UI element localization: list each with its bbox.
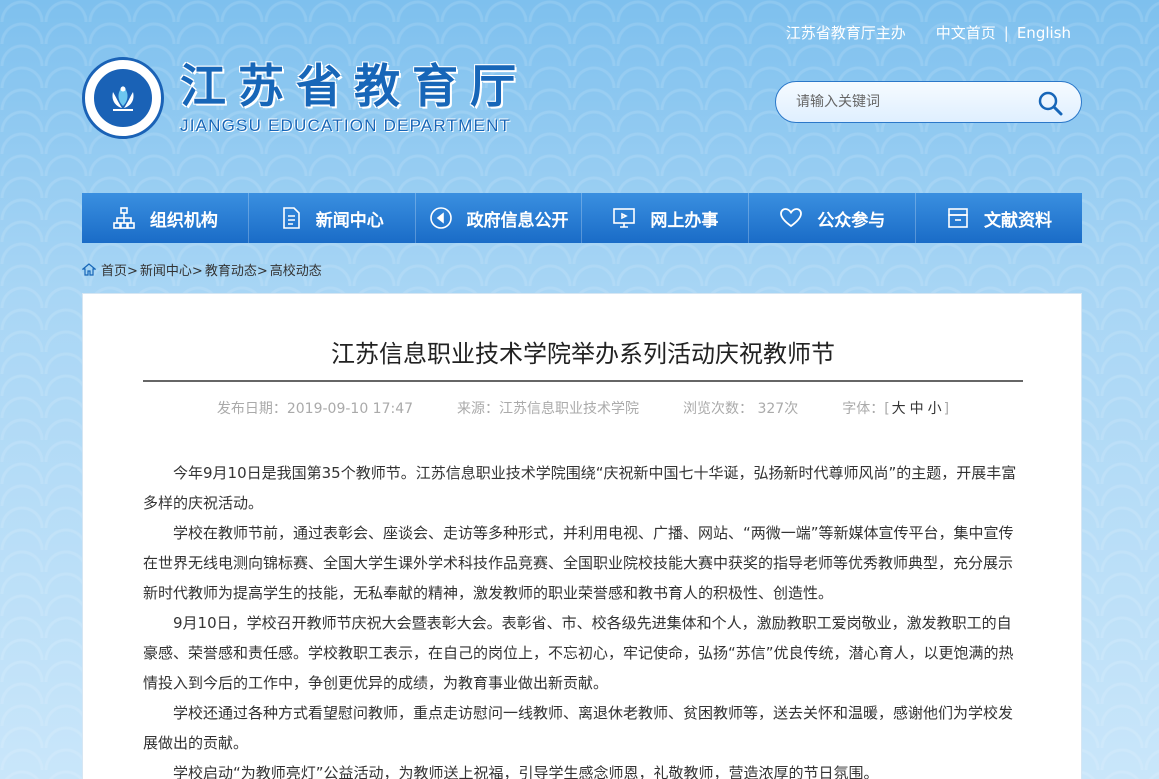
site-logo[interactable]: 江苏省教育厅 JIANGSU EDUCATION DEPARTMENT bbox=[82, 57, 528, 139]
article-meta: 发布日期：2019-09-10 17:47 来源：江苏信息职业技术学院 浏览次数… bbox=[83, 398, 1083, 418]
breadcrumb-news[interactable]: 新闻中心> bbox=[140, 260, 203, 279]
nav-item-online-service[interactable]: 网上办事 bbox=[582, 193, 750, 243]
article-body: 今年9月10日是我国第35个教师节。江苏信息职业技术学院围绕“庆祝新中国七十华诞… bbox=[143, 458, 1023, 779]
emblem-icon bbox=[82, 57, 164, 139]
breadcrumb-college-news[interactable]: 高校动态 bbox=[270, 260, 322, 279]
nav-label: 新闻中心 bbox=[315, 210, 384, 231]
article-paragraph: 学校在教师节前，通过表彰会、座谈会、走访等多种形式，并利用电视、广播、网站、“两… bbox=[143, 524, 1014, 602]
monitor-icon bbox=[613, 208, 636, 228]
publish-date: 发布日期：2019-09-10 17:47 bbox=[216, 401, 414, 417]
breadcrumb: 首页> 新闻中心> 教育动态> 高校动态 bbox=[82, 260, 324, 279]
nav-label: 政府信息公开 bbox=[466, 210, 569, 231]
search-icon[interactable] bbox=[1037, 90, 1063, 116]
font-close: ] bbox=[943, 401, 950, 417]
heart-icon bbox=[780, 208, 803, 228]
sponsor-text: 江苏省教育厅主办 bbox=[785, 24, 906, 42]
breadcrumb-home[interactable]: 首页> bbox=[101, 260, 138, 279]
home-cn-link[interactable]: 中文首页 bbox=[936, 22, 996, 43]
article-paragraph: 今年9月10日是我国第35个教师节。江苏信息职业技术学院围绕“庆祝新中国七十华诞… bbox=[143, 464, 1017, 512]
view-count: 浏览次数： 327次 bbox=[683, 401, 799, 417]
title-divider bbox=[143, 380, 1023, 382]
main-nav: 组织机构 新闻中心 政府信息公开 网上办事 公众参与 文献资料 bbox=[82, 193, 1082, 243]
org-chart-icon bbox=[113, 207, 135, 229]
article-paragraph: 学校启动“为教师亮灯”公益活动，为教师送上祝福，引导学生感念师恩，礼敬教师，营造… bbox=[173, 764, 879, 779]
font-medium-button[interactable]: 中 bbox=[910, 401, 924, 417]
top-links: 江苏省教育厅主办 中文首页 | English bbox=[786, 22, 1071, 43]
play-circle-icon bbox=[429, 207, 452, 229]
nav-item-gov-info[interactable]: 政府信息公开 bbox=[416, 193, 583, 243]
nav-label: 公众参与 bbox=[817, 210, 886, 231]
font-size-control: 字体：[大中小] bbox=[842, 398, 949, 418]
article-panel: 江苏信息职业技术学院举办系列活动庆祝教师节 发布日期：2019-09-10 17… bbox=[82, 293, 1082, 779]
article-title: 江苏信息职业技术学院举办系列活动庆祝教师节 bbox=[331, 340, 835, 368]
search-input[interactable] bbox=[796, 94, 1026, 110]
nav-label: 网上办事 bbox=[650, 210, 719, 231]
article-paragraph: 学校还通过各种方式看望慰问教师，重点走访慰问一线教师、离退休老教师、贫困教师等，… bbox=[143, 704, 1014, 752]
english-link[interactable]: English bbox=[1017, 24, 1071, 42]
nav-item-documents[interactable]: 文献资料 bbox=[916, 193, 1082, 243]
nav-item-org[interactable]: 组织机构 bbox=[82, 193, 249, 243]
nav-label: 文献资料 bbox=[984, 210, 1053, 231]
document-icon bbox=[282, 207, 300, 229]
font-small-button[interactable]: 小 bbox=[928, 401, 942, 417]
article-paragraph: 9月10日，学校召开教师节庆祝大会暨表彰大会。表彰省、市、校各级先进集体和个人，… bbox=[143, 614, 1014, 692]
logo-en-text: JIANGSU EDUCATION DEPARTMENT bbox=[180, 116, 512, 135]
article-source: 来源：江苏信息职业技术学院 bbox=[457, 401, 640, 417]
logo-cn-text: 江苏省教育厅 bbox=[180, 59, 528, 113]
home-icon bbox=[82, 263, 96, 276]
font-label: 字体：[ bbox=[842, 401, 890, 417]
nav-item-news[interactable]: 新闻中心 bbox=[249, 193, 416, 243]
nav-item-public[interactable]: 公众参与 bbox=[749, 193, 917, 243]
search-box bbox=[775, 81, 1082, 123]
breadcrumb-edu-news[interactable]: 教育动态> bbox=[205, 260, 268, 279]
nav-label: 组织机构 bbox=[149, 210, 218, 231]
archive-icon bbox=[948, 208, 968, 228]
link-separator: | bbox=[1003, 23, 1009, 42]
font-large-button[interactable]: 大 bbox=[892, 401, 906, 417]
